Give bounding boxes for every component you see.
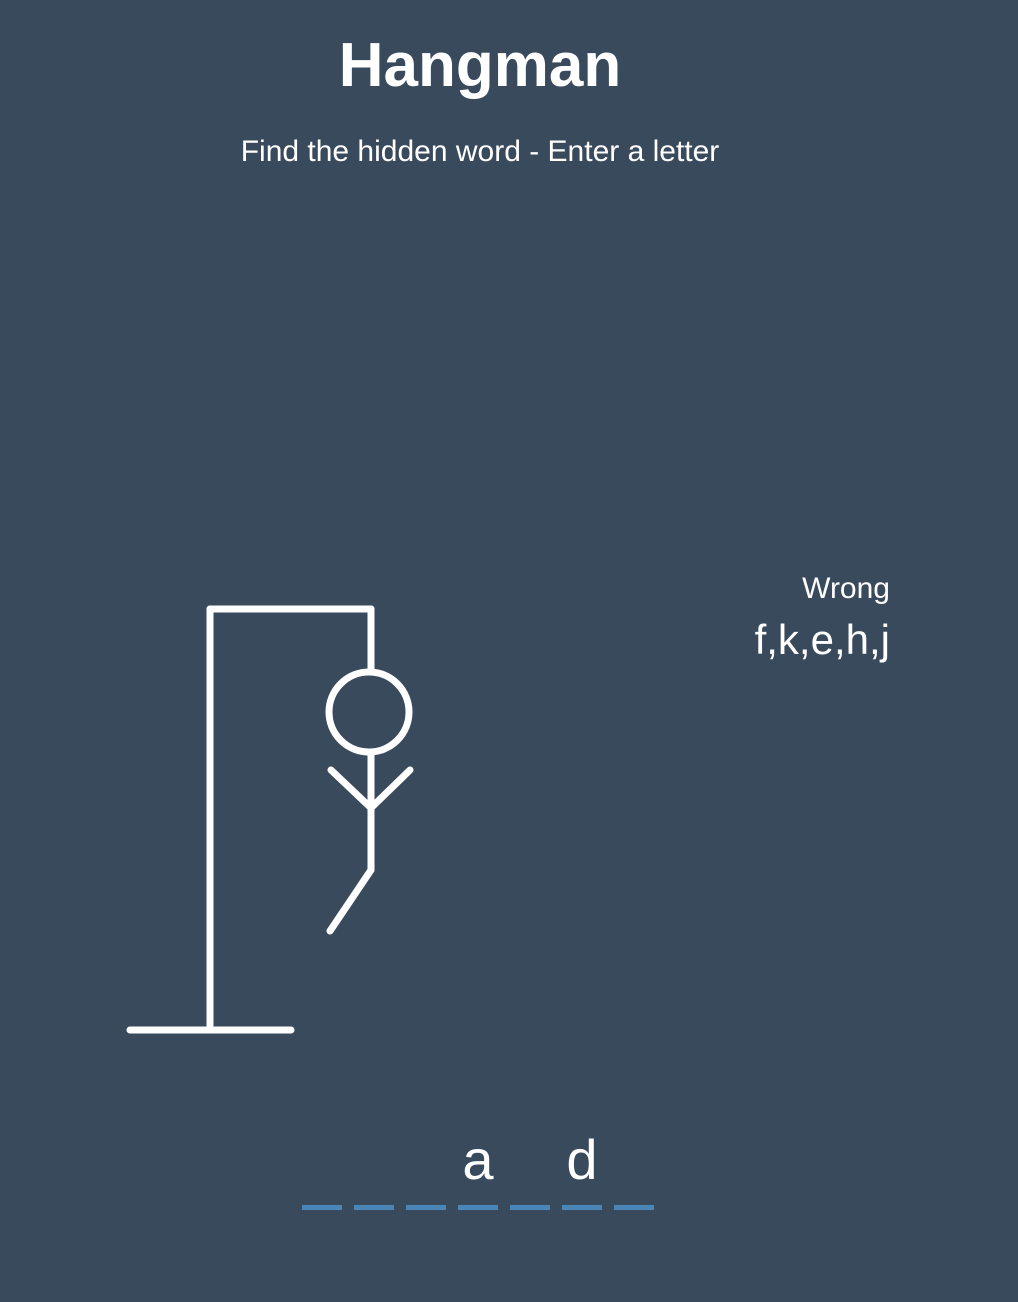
letter-dash [614,1205,654,1210]
wrong-letters-panel: Wrong f,k,e,h,j [755,570,890,666]
letter-slot [354,1128,394,1210]
wrong-label: Wrong [802,572,890,605]
game-screen: Hangman Find the hidden word - Enter a l… [0,0,1018,1302]
letter: d [566,1128,598,1191]
letter-dash [562,1205,602,1210]
letter-dash [354,1205,394,1210]
letter-dash [458,1205,498,1210]
letter-slot [302,1128,342,1210]
letter-dash [302,1205,342,1210]
letter-slot: d [562,1128,602,1210]
letter-slot [614,1128,654,1210]
letter: a [462,1128,494,1191]
hidden-word: a d [302,1128,654,1210]
hangman-left-leg [326,866,375,935]
letter-dash [406,1205,446,1210]
letter-slot: a [458,1128,498,1210]
hangman-left-arm [327,766,375,812]
letter-dash [510,1205,550,1210]
wrong-letters: f,k,e,h,j [754,616,890,663]
hangman-head [325,668,413,756]
letter-slot [510,1128,550,1210]
letter-slot [406,1128,446,1210]
hangman-right-arm [367,766,414,812]
